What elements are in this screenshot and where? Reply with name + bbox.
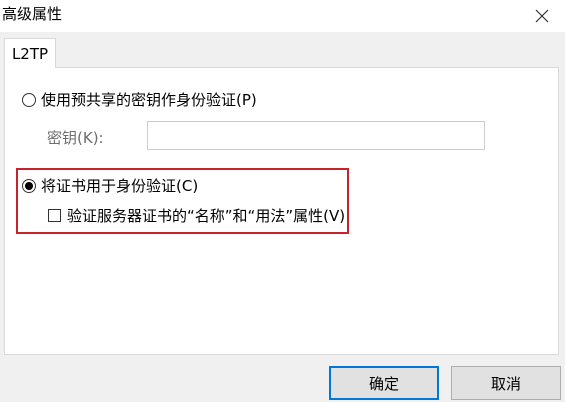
cert-radio[interactable] [22,178,36,193]
cert-radio-label: 将证书用于身份验证(C) [41,177,199,195]
cancel-button[interactable]: 取消 [451,366,561,400]
advanced-properties-dialog: 高级属性 L2TP 使用预共享的密钥作身份验证(P) 密钥(K): 将证书用于身… [0,0,565,402]
key-label: 密钥(K): [47,129,104,147]
cert-radio-option[interactable]: 将证书用于身份验证(C) [22,175,198,196]
title-bar: 高级属性 [0,0,565,32]
verify-server-cert-option[interactable]: 验证服务器证书的“名称”和“用法”属性(V) [48,205,345,226]
key-input[interactable] [147,121,485,150]
close-button[interactable] [519,0,565,32]
verify-server-cert-label: 验证服务器证书的“名称”和“用法”属性(V) [67,207,346,225]
tab-label: L2TP [11,44,49,63]
ok-button[interactable]: 确定 [329,366,439,400]
tab-l2tp[interactable]: L2TP [4,38,56,68]
radio-selected-dot [25,181,33,190]
psk-radio[interactable] [22,92,36,107]
close-icon [535,9,549,23]
window-title: 高级属性 [2,5,63,23]
psk-radio-option[interactable]: 使用预共享的密钥作身份验证(P) [22,89,257,110]
psk-radio-label: 使用预共享的密钥作身份验证(P) [41,91,257,109]
verify-server-cert-checkbox[interactable] [48,209,61,222]
